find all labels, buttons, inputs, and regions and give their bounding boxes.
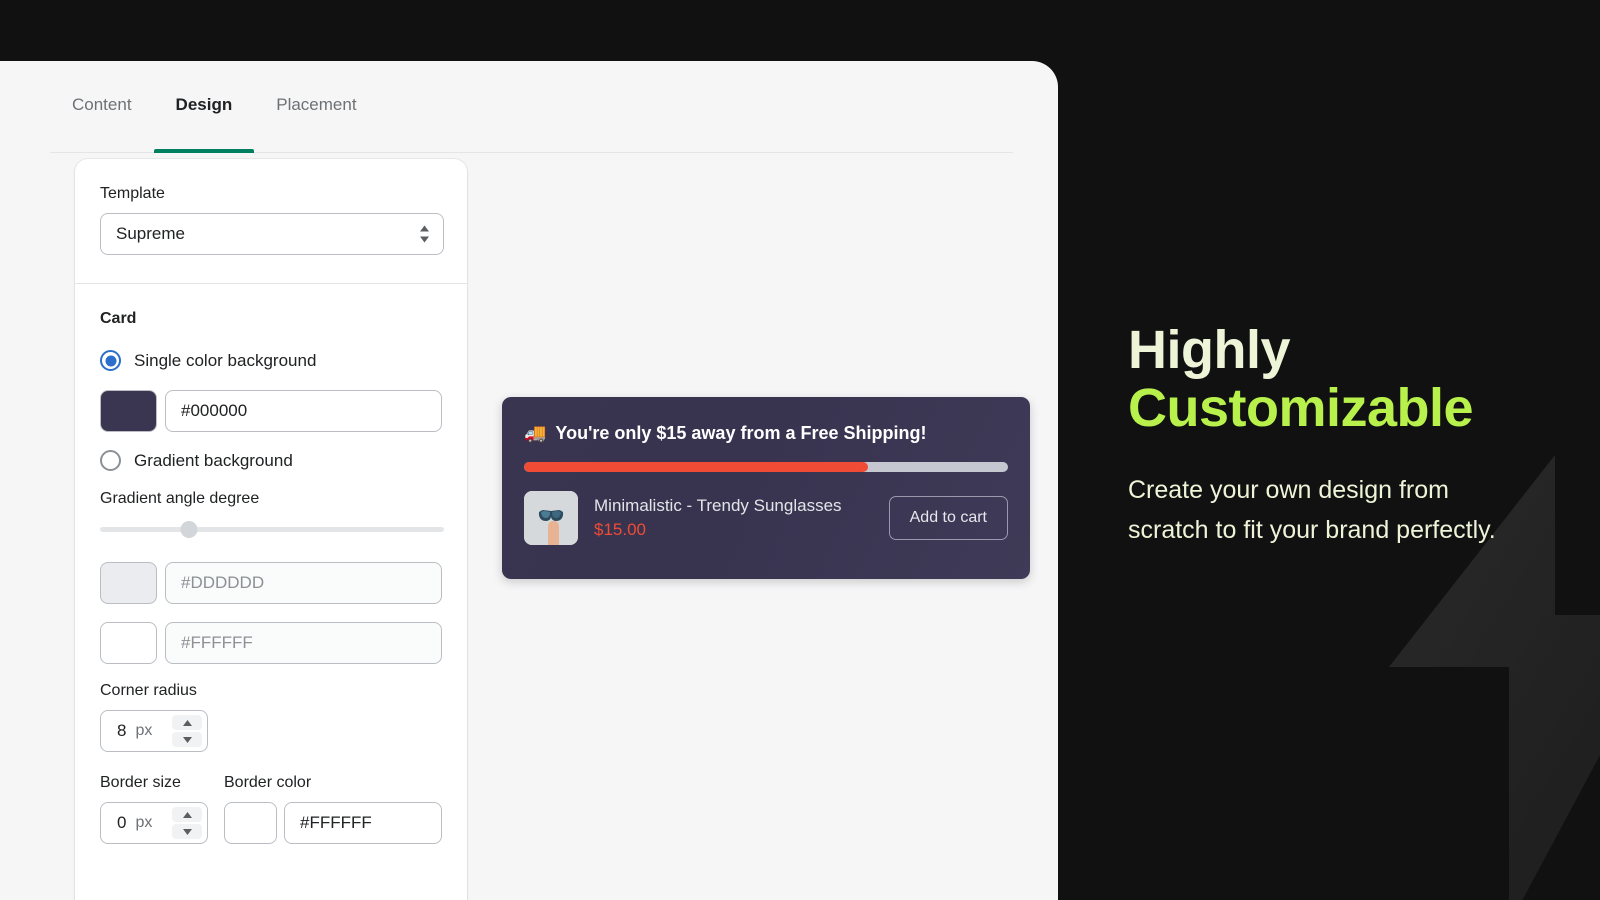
screen-root: Highly Customizable Create your own desi…	[0, 0, 1600, 900]
corner-radius-value: 8	[117, 721, 127, 740]
preview-progress-bar	[524, 462, 1008, 472]
chevron-up-icon	[182, 811, 192, 818]
preview-product-row: Minimalistic - Trendy Sunglasses $15.00 …	[524, 491, 1008, 545]
border-color-hex-input[interactable]	[284, 802, 442, 844]
corner-radius-label: Corner radius	[100, 682, 197, 699]
gradient-color-2-row	[100, 622, 442, 664]
gradient-color-1-row	[100, 562, 442, 604]
radio-single-color-label: Single color background	[134, 350, 317, 370]
background-color-swatch[interactable]	[100, 390, 157, 432]
tab-design[interactable]: Design	[153, 83, 255, 153]
tab-content[interactable]: Content	[50, 83, 154, 152]
promo-title-line-2: Customizable	[1128, 377, 1474, 438]
border-size-value: 0	[117, 813, 127, 832]
design-settings-card: Template Supreme Card Single color backg…	[75, 159, 467, 900]
corner-radius-increment-button[interactable]	[172, 715, 202, 730]
sunglasses-photo	[524, 491, 578, 545]
tab-placement[interactable]: Placement	[254, 83, 378, 152]
border-size-group: Border size 0 px	[100, 774, 208, 844]
card-section-title: Card	[100, 310, 137, 327]
product-name: Minimalistic - Trendy Sunglasses	[594, 496, 842, 515]
promo-title: Highly Customizable	[1128, 320, 1578, 438]
app-panel: Content Design Placement Template Suprem…	[0, 61, 1058, 900]
gradient-color-1-swatch[interactable]	[100, 562, 157, 604]
border-color-group: Border color	[224, 774, 442, 844]
gradient-color-2-input[interactable]	[165, 622, 442, 664]
template-select-wrap: Supreme	[100, 213, 444, 255]
tab-design-label: Design	[175, 95, 233, 114]
promo-text-block: Highly Customizable Create your own desi…	[1128, 320, 1578, 551]
tab-content-label: Content	[72, 95, 132, 114]
border-size-stepper-buttons	[172, 807, 202, 839]
slider-thumb[interactable]	[180, 521, 198, 538]
preview-headline: 🚚 You're only $15 away from a Free Shipp…	[524, 423, 1008, 444]
preview-headline-text: You're only $15 away from a Free Shippin…	[555, 423, 927, 443]
delivery-truck-icon: 🚚	[524, 423, 547, 443]
promo-subtitle: Create your own design from scratch to f…	[1128, 475, 1496, 545]
border-size-label: Border size	[100, 774, 181, 791]
product-thumbnail	[524, 491, 578, 545]
chevron-down-icon	[182, 736, 192, 743]
product-info: Minimalistic - Trendy Sunglasses $15.00	[594, 496, 873, 540]
tab-placement-label: Placement	[276, 95, 357, 114]
promo-pane: Highly Customizable Create your own desi…	[1058, 0, 1600, 900]
gradient-color-1-input[interactable]	[165, 562, 442, 604]
border-size-increment-button[interactable]	[172, 807, 202, 822]
card-style-section: Card Single color background Gradient ba…	[75, 284, 467, 872]
tab-bar: Content Design Placement	[50, 83, 1013, 153]
chevron-up-icon	[182, 719, 192, 726]
template-section: Template Supreme	[75, 159, 467, 283]
radio-gradient-background[interactable]: Gradient background	[100, 450, 442, 471]
radio-gradient-label: Gradient background	[134, 450, 293, 470]
radio-gradient-indicator	[100, 450, 121, 471]
border-controls-row: Border size 0 px Border color #FFFFFF	[100, 774, 442, 844]
corner-radius-decrement-button[interactable]	[172, 732, 202, 747]
border-size-decrement-button[interactable]	[172, 824, 202, 839]
gradient-color-2-swatch[interactable]	[100, 622, 157, 664]
promo-title-line-1: Highly	[1128, 320, 1291, 380]
active-tab-underline	[153, 149, 255, 153]
border-size-stepper[interactable]: 0 px	[100, 802, 208, 844]
template-select[interactable]: Supreme	[100, 213, 444, 255]
free-shipping-preview-widget: 🚚 You're only $15 away from a Free Shipp…	[502, 397, 1030, 579]
add-to-cart-button[interactable]: Add to cart	[888, 496, 1008, 540]
border-color-label: Border color	[224, 774, 312, 791]
border-color-swatch[interactable]	[224, 802, 277, 844]
template-select-value: Supreme	[116, 224, 185, 243]
background-hex-input[interactable]	[165, 390, 442, 432]
gradient-angle-slider[interactable]	[100, 518, 444, 540]
corner-radius-stepper[interactable]: 8 px	[100, 710, 208, 752]
border-size-unit: px	[135, 814, 153, 831]
template-label: Template	[100, 185, 165, 202]
gradient-angle-label: Gradient angle degree	[100, 490, 260, 507]
preview-progress-fill	[524, 462, 868, 472]
slider-track	[100, 527, 444, 532]
radio-single-color-background[interactable]: Single color background	[100, 350, 442, 371]
radio-single-color-indicator	[100, 350, 121, 371]
chevron-down-icon	[182, 828, 192, 835]
corner-radius-unit: px	[135, 722, 153, 739]
product-price: $15.00	[594, 520, 646, 539]
corner-radius-stepper-buttons	[172, 715, 202, 747]
background-color-row	[100, 390, 442, 432]
